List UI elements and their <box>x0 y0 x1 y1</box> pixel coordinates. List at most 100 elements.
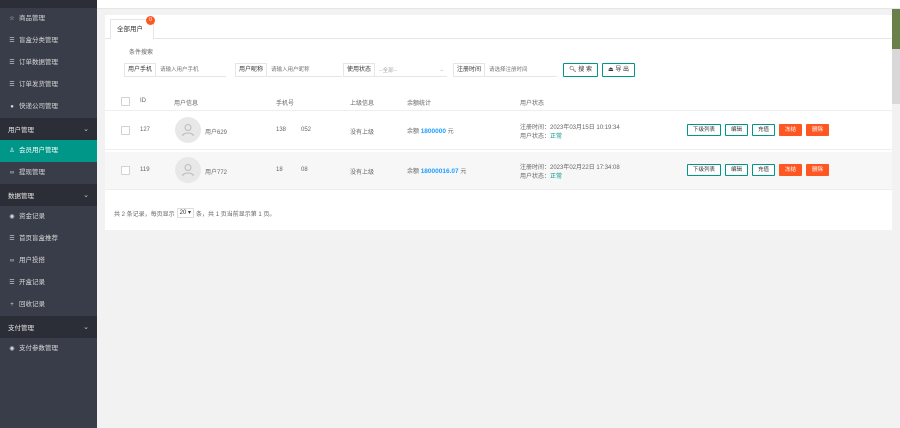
row-balance: 余额 18000016.07 元 <box>407 166 466 175</box>
sidebar-item[interactable]: ◉ 资金记录 <box>0 206 97 228</box>
status-label: 用户状态： <box>520 134 551 140</box>
nickname-filter-label: 用户昵称 <box>235 63 268 77</box>
sidebar-group-pay-items: ◉ 支付参数管理 <box>0 338 97 360</box>
plus-icon: + <box>10 302 14 308</box>
sidebar-item-label: 支付参数管理 <box>19 345 58 352</box>
balance-unit: 元 <box>447 129 454 135</box>
sidebar-item-label: 商品管理 <box>19 15 45 22</box>
status-value: 正常 <box>550 134 563 140</box>
sidebar-item-label: 盲盒分类管理 <box>19 37 58 44</box>
action-button-1[interactable]: 编辑 <box>725 124 748 136</box>
status-select[interactable]: --全部-- ⌄ <box>375 63 448 77</box>
select-all-checkbox[interactable] <box>121 97 130 106</box>
user-icon <box>182 124 194 137</box>
row-balance: 余额 1800000 元 <box>407 126 454 135</box>
list-icon: ☰ <box>9 38 15 44</box>
action-button-4[interactable]: 删除 <box>806 124 829 136</box>
search-icon: 🔍︎ <box>569 67 577 73</box>
sidebar-item[interactable]: ☰ 订单数据管理 <box>0 52 97 74</box>
sidebar-group-data[interactable]: 数据管理 ⌄ <box>0 184 97 206</box>
sidebar-item[interactable]: ◉ 支付参数管理 <box>0 338 97 360</box>
right-edge-image <box>892 9 900 49</box>
row-reg-time: 注册时间：2023年03月15日 10:19:34 <box>520 125 620 131</box>
regtime-filter: 注册时间 <box>453 63 558 77</box>
status-label: 用户状态： <box>520 174 551 180</box>
sidebar-group-data-items: ◉ 资金记录 ☰ 首页盲盒推荐 ∞ 用户投搭 ☰ 开盒记录 + 回收记录 <box>0 206 97 316</box>
search-button[interactable]: 🔍︎ 搜 索 <box>563 63 598 77</box>
row-phone-prefix: 138 <box>276 127 287 133</box>
action-button-3[interactable]: 冻结 <box>779 124 802 136</box>
regtime-filter-label: 注册时间 <box>453 63 486 77</box>
page-size-select[interactable]: 20 ▾ <box>176 208 195 218</box>
balance-label: 余额 <box>407 129 420 135</box>
right-edge-panel <box>892 9 900 104</box>
sidebar-item-label: 快递公司管理 <box>19 103 58 110</box>
sidebar-item-label: 提现管理 <box>19 169 45 176</box>
row-id: 119 <box>140 167 150 173</box>
action-button-0[interactable]: 下级列表 <box>687 164 721 176</box>
nickname-input[interactable] <box>267 63 343 77</box>
action-button-4[interactable]: 删除 <box>806 164 829 176</box>
action-button-2[interactable]: 充值 <box>752 164 775 176</box>
globe-icon: ● <box>10 104 14 110</box>
user-icon <box>182 164 194 177</box>
tab-all-users[interactable]: 全部用户 0 <box>110 16 155 39</box>
sidebar-item-label: 回收记录 <box>19 301 45 308</box>
header-balance: 余额统计 <box>407 101 432 107</box>
balance-label: 余额 <box>407 169 420 175</box>
balance-unit: 元 <box>460 169 467 175</box>
search-button-label: 搜 索 <box>578 67 592 73</box>
tab-label: 全部用户 <box>117 26 143 33</box>
table-row: 119 用户772 18 08 没有上级 余额 18000016.07 元 注册… <box>105 152 892 190</box>
star-icon: ☆ <box>9 16 15 22</box>
row-checkbox[interactable] <box>121 166 130 175</box>
row-username: 用户772 <box>205 170 228 176</box>
chevron-down-icon: ⌄ <box>83 192 89 199</box>
page-size-value: 20 <box>179 210 187 216</box>
header-status: 用户状态 <box>520 101 545 107</box>
sidebar-item[interactable]: ∞ 用户投搭 <box>0 250 97 272</box>
sidebar-item[interactable]: ● 快递公司管理 <box>0 96 97 118</box>
sidebar-item[interactable]: ☰ 开盒记录 <box>0 272 97 294</box>
sidebar-group-user[interactable]: 用户管理 ⌄ <box>0 118 97 140</box>
sidebar-group-pay[interactable]: 支付管理 ⌄ <box>0 316 97 338</box>
header-user-info: 用户信息 <box>174 101 199 107</box>
sidebar-item-label: 会员用户管理 <box>19 147 58 154</box>
sidebar-item[interactable]: ♙ 会员用户管理 <box>0 140 97 162</box>
chevron-down-icon: ⌄ <box>83 126 89 133</box>
row-phone-prefix: 18 <box>276 167 283 173</box>
sidebar-item[interactable]: ☰ 首页盲盒推荐 <box>0 228 97 250</box>
nickname-filter: 用户昵称 <box>235 63 343 77</box>
status-select-value: --全部-- <box>379 67 398 74</box>
regtime-input[interactable] <box>485 63 558 77</box>
sidebar-item[interactable]: ☰ 订单发货管理 <box>0 74 97 96</box>
row-status: 用户状态：正常 <box>520 131 562 140</box>
sidebar-item[interactable]: ☰ 盲盒分类管理 <box>0 30 97 52</box>
sidebar-group-user-items: ♙ 会员用户管理 ∞ 提现管理 <box>0 140 97 184</box>
sidebar-item[interactable]: + 回收记录 <box>0 294 97 316</box>
avatar <box>175 157 201 183</box>
action-button-2[interactable]: 充值 <box>752 124 775 136</box>
sidebar-item-label: 资金记录 <box>19 213 45 220</box>
tab-badge: 0 <box>146 16 155 25</box>
sidebar-item-label: 订单发货管理 <box>19 81 58 88</box>
row-checkbox[interactable] <box>121 126 130 135</box>
sidebar-item[interactable]: ∞ 提现管理 <box>0 162 97 184</box>
pager-text: 条，共 1 页当前显示第 1 页。 <box>196 211 276 218</box>
status-filter-label: 使用状态 <box>343 63 376 77</box>
sidebar-top <box>0 0 97 8</box>
phone-input[interactable] <box>156 63 227 77</box>
action-button-1[interactable]: 编辑 <box>725 164 748 176</box>
top-bar <box>97 0 900 9</box>
sidebar-item-label: 订单数据管理 <box>19 59 58 66</box>
sidebar-item-label: 用户投搭 <box>19 257 45 264</box>
balance-amount: 18000016.07 <box>420 168 459 175</box>
export-button[interactable]: ⏏ 导 出 <box>602 63 636 77</box>
sidebar-group-goods: ☆ 商品管理 ☰ 盲盒分类管理 ☰ 订单数据管理 ☰ 订单发货管理 ● 快递公司管理 <box>0 8 97 118</box>
action-button-0[interactable]: 下级列表 <box>687 124 721 136</box>
action-button-3[interactable]: 冻结 <box>779 164 802 176</box>
sidebar-item[interactable]: ☆ 商品管理 <box>0 8 97 30</box>
status-filter: 使用状态 --全部-- ⌄ <box>343 63 448 77</box>
circle-dot-icon: ◉ <box>9 214 15 220</box>
avatar <box>175 117 201 143</box>
